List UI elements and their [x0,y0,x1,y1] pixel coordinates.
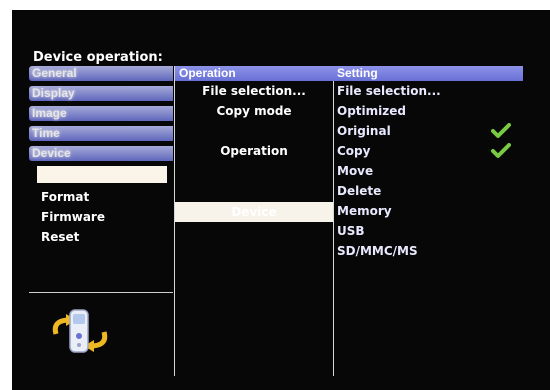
menu-item-general[interactable]: General [29,66,173,81]
operation-device-selected[interactable]: Device [175,202,333,222]
submenu-item-selected[interactable] [37,166,167,183]
operation-spacer [175,161,333,181]
setting-header: Setting [333,66,523,81]
page-title: Device operation: [33,50,163,65]
setting-delete[interactable]: Delete [333,181,523,201]
menu-item-image[interactable]: Image [29,106,173,121]
setting-usb[interactable]: USB [333,221,523,241]
operation-spacer [175,181,333,201]
menu-item-device[interactable]: Device [29,146,173,161]
submenu-item-format[interactable]: Format [29,187,173,207]
menu-divider [29,292,173,293]
setting-copy[interactable]: Copy [333,141,523,161]
checkmark-icon [491,143,511,158]
operation-panel: Operation File selection... Copy mode Op… [174,66,334,376]
setting-optimized[interactable]: Optimized [333,101,523,121]
operation-copy-mode[interactable]: Copy mode [175,101,333,121]
operation-operation[interactable]: Operation [175,141,333,161]
menu-item-time[interactable]: Time [29,126,173,141]
operation-spacer [175,121,333,141]
operation-file-selection[interactable]: File selection... [175,81,333,101]
setting-original-label: Original [337,124,391,138]
operation-header: Operation [175,66,333,81]
setting-memory[interactable]: Memory [333,201,523,221]
checkmark-icon [491,123,511,138]
setting-panel: Setting File selection... Optimized Orig… [333,66,523,376]
submenu-item-reset[interactable]: Reset [29,227,173,247]
setting-original[interactable]: Original [333,121,523,141]
submenu-item-firmware[interactable]: Firmware [29,207,173,227]
setting-copy-label: Copy [337,144,371,158]
menu-item-display[interactable]: Display [29,86,173,101]
setting-file-selection[interactable]: File selection... [333,81,523,101]
setting-sd-mmc-ms[interactable]: SD/MMC/MS [333,241,523,261]
card-reader-device-icon [52,309,108,353]
setting-move[interactable]: Move [333,161,523,181]
